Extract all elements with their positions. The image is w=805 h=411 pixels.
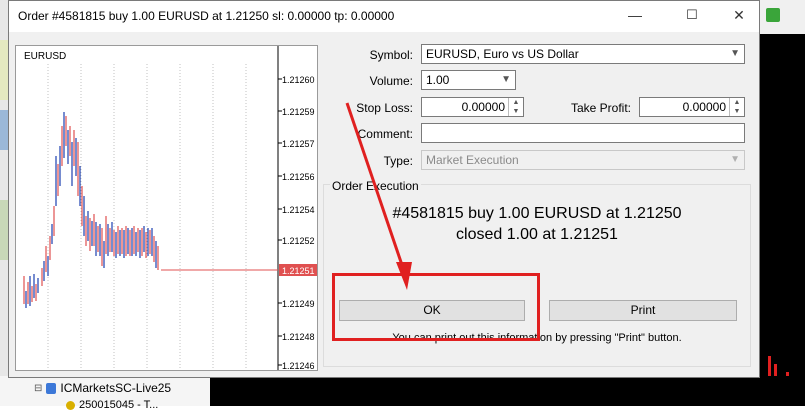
annotation-arrow	[345, 102, 412, 290]
